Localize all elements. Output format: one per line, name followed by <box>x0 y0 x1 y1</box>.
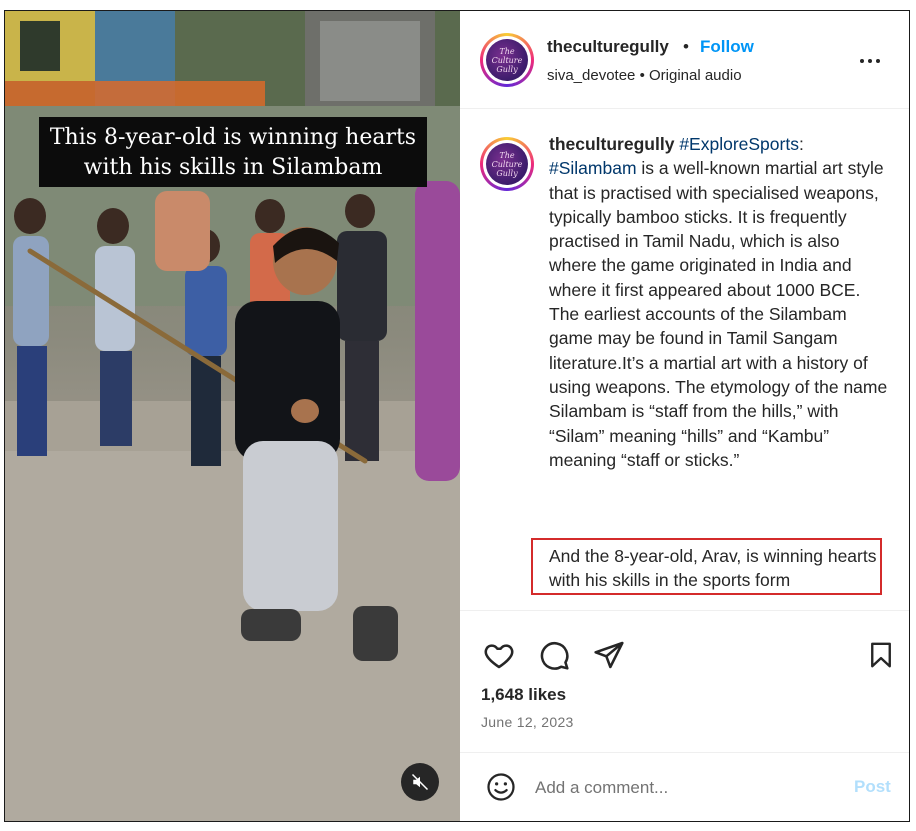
post-modal: This 8-year-old is winning hearts with h… <box>4 10 910 822</box>
comment-avatar[interactable]: The Culture Gully <box>480 137 534 191</box>
post-date[interactable]: June 12, 2023 <box>481 714 574 730</box>
likes-count[interactable]: 1,648 likes <box>481 685 566 705</box>
post-details-panel: The Culture Gully theculturegully • Foll… <box>460 11 909 821</box>
comment-username[interactable]: theculturegully <box>549 134 674 154</box>
audio-line[interactable]: siva_devotee • Original audio <box>547 67 742 84</box>
follow-button[interactable]: Follow <box>700 37 754 57</box>
mute-button[interactable] <box>401 763 439 801</box>
video-caption: This 8-year-old is winning hearts with h… <box>39 117 427 187</box>
more-dot-icon <box>876 59 880 63</box>
comment-input[interactable] <box>535 775 815 801</box>
like-button[interactable] <box>482 638 516 672</box>
more-options-button[interactable] <box>860 51 888 71</box>
avatar-logo: The Culture Gully <box>486 39 528 81</box>
post-button[interactable]: Post <box>854 777 891 797</box>
separator-dot: • <box>683 37 689 56</box>
comment-button[interactable] <box>537 638 571 672</box>
post-header: The Culture Gully theculturegully • Foll… <box>460 11 909 109</box>
more-dot-icon <box>868 59 872 63</box>
speaker-muted-icon <box>411 773 429 791</box>
bookmark-icon <box>871 642 891 668</box>
caption-comment: The Culture Gully theculturegully #Explo… <box>460 109 909 609</box>
avatar-logo: The Culture Gully <box>486 143 528 185</box>
hashtag-silambam[interactable]: #Silambam <box>549 158 637 178</box>
avatar[interactable]: The Culture Gully <box>480 33 534 87</box>
caption-text: theculturegully #ExploreSports: #Silamba… <box>549 132 889 472</box>
more-dot-icon <box>860 59 864 63</box>
save-button[interactable] <box>864 638 898 672</box>
video-player[interactable]: This 8-year-old is winning hearts with h… <box>5 11 460 821</box>
highlighted-caption-text: And the 8-year-old, Arav, is winning hea… <box>549 546 877 591</box>
emoji-icon <box>487 773 515 801</box>
emoji-button[interactable] <box>484 770 518 804</box>
caption-body: is a well-known martial art style that i… <box>549 158 888 470</box>
post-actions: 1,648 likes June 12, 2023 <box>460 610 909 751</box>
caption-colon: : <box>798 134 804 154</box>
add-comment-bar: Post <box>460 752 909 821</box>
author-username[interactable]: theculturegully <box>547 37 669 57</box>
share-button[interactable] <box>592 638 626 672</box>
heart-icon <box>484 644 514 669</box>
hashtag-exploresports[interactable]: #ExploreSports <box>679 134 799 154</box>
comment-icon <box>540 641 569 670</box>
share-icon <box>594 641 624 669</box>
